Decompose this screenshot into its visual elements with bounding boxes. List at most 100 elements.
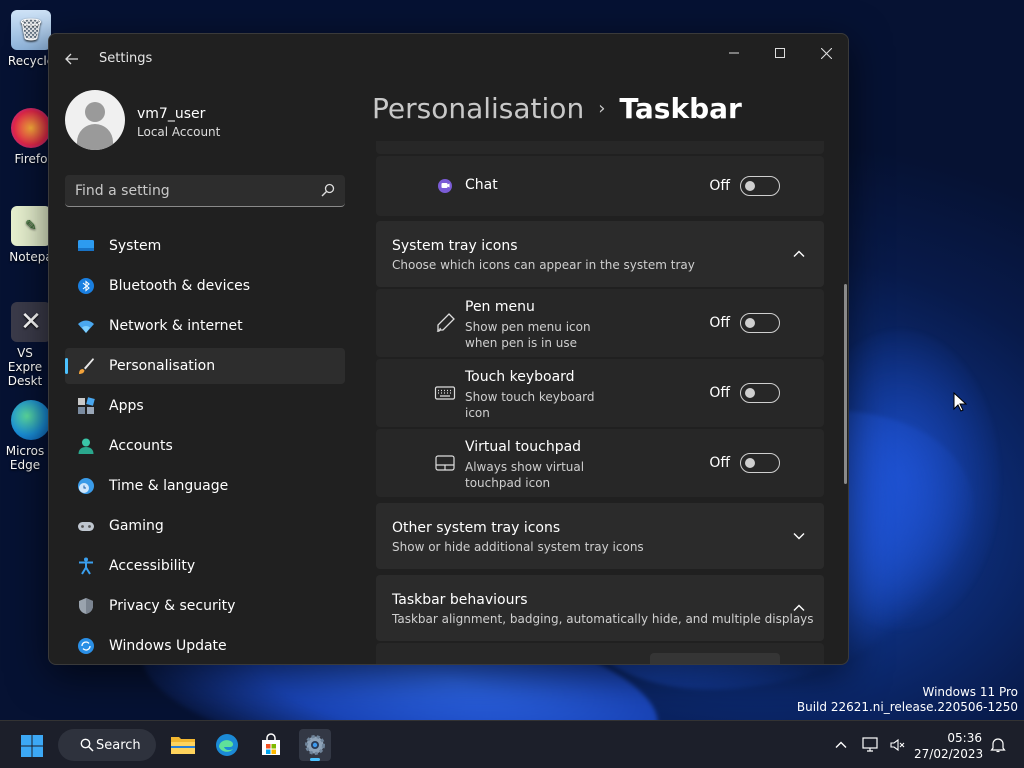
previous-card-edge — [376, 141, 824, 154]
close-button[interactable] — [803, 38, 848, 68]
edge-icon — [11, 400, 51, 440]
keyboard-icon — [434, 386, 456, 400]
breadcrumb: Personalisation › Taskbar — [372, 92, 742, 125]
other-system-tray-icons-header[interactable]: Other system tray icons Show or hide add… — [376, 503, 824, 569]
sidebar-item-label: Gaming — [109, 518, 164, 534]
clock-date: 27/02/2023 — [914, 747, 984, 761]
search-icon — [80, 738, 94, 752]
sidebar-item-accounts[interactable]: Accounts — [65, 428, 345, 464]
system-icon — [78, 240, 94, 251]
minimize-button[interactable] — [711, 38, 757, 68]
breadcrumb-parent[interactable]: Personalisation — [372, 92, 584, 125]
taskbar-behaviours-header[interactable]: Taskbar behaviours Taskbar alignment, ba… — [376, 575, 824, 641]
edge-icon — [216, 734, 238, 756]
sidebar-item-label: Time & language — [109, 478, 229, 494]
clock[interactable]: 05:36 27/02/2023 — [914, 730, 984, 762]
sidebar-item-label: Accessibility — [109, 558, 196, 574]
volume-muted-icon[interactable] — [890, 737, 906, 753]
pen-menu-toggle[interactable] — [740, 313, 780, 333]
notepad-icon: ✎ — [11, 206, 51, 246]
pen-icon — [436, 313, 455, 332]
firefox-icon — [11, 108, 51, 148]
sidebar-item-personalisation[interactable]: Personalisation — [65, 348, 345, 384]
search-box[interactable] — [65, 175, 345, 207]
search-input[interactable] — [65, 175, 310, 206]
page-title: Taskbar — [619, 92, 742, 125]
chevron-up-icon — [793, 604, 805, 611]
sidebar-item-label: Network & internet — [109, 318, 243, 334]
avatar[interactable] — [65, 90, 125, 150]
sidebar-item-label: Privacy & security — [109, 598, 236, 614]
minimize-icon — [729, 52, 739, 54]
windows-update-icon — [78, 638, 94, 654]
gaming-icon — [78, 522, 94, 531]
system-tray-icons-header[interactable]: System tray icons Choose which icons can… — [376, 221, 824, 287]
virtual-touchpad-desc-1: Always show virtual — [465, 460, 585, 474]
store-icon — [262, 733, 280, 755]
sidebar-item-system[interactable]: System — [65, 228, 345, 264]
touch-keyboard-desc-1: Show touch keyboard — [465, 390, 595, 404]
chat-icon — [438, 179, 452, 193]
section-title: Taskbar behaviours — [392, 592, 528, 608]
virtual-touchpad-row: Virtual touchpad Always show virtual tou… — [376, 429, 824, 497]
chevron-down-icon — [793, 533, 805, 540]
personalisation-brush-icon — [79, 358, 94, 374]
touchpad-icon — [435, 455, 455, 471]
start-button[interactable] — [20, 734, 44, 758]
sidebar-item-label: Personalisation — [109, 358, 216, 374]
taskbar-settings[interactable] — [299, 729, 331, 761]
virtual-touchpad-toggle[interactable] — [740, 453, 780, 473]
network-icon — [78, 320, 94, 333]
chat-toggle-group: Off — [709, 176, 780, 196]
sidebar-item-gaming[interactable]: Gaming — [65, 508, 345, 544]
pen-menu-toggle-state: Off — [709, 315, 730, 331]
sidebar-item-privacy-security[interactable]: Privacy & security — [65, 588, 345, 624]
section-subtitle: Show or hide additional system tray icon… — [392, 540, 644, 554]
privacy-shield-icon — [79, 598, 93, 614]
clock-time: 05:36 — [947, 731, 982, 745]
chat-toggle[interactable] — [740, 176, 780, 196]
maximize-button[interactable] — [757, 38, 803, 68]
taskbar-store[interactable] — [255, 729, 287, 761]
chat-row: Chat Off — [376, 156, 824, 216]
settings-window: Settings vm7_user Local Account System B… — [48, 33, 849, 665]
window-title: Settings — [99, 51, 153, 66]
file-explorer-icon — [171, 737, 195, 754]
pen-menu-desc-1: Show pen menu icon — [465, 320, 591, 334]
taskbar-file-explorer[interactable] — [167, 729, 199, 761]
sidebar-item-windows-update[interactable]: Windows Update — [65, 628, 345, 664]
chat-label: Chat — [465, 177, 498, 193]
network-status-icon[interactable] — [862, 737, 880, 753]
maximize-icon — [775, 48, 785, 58]
sidebar-item-label: Accounts — [109, 438, 173, 454]
accessibility-icon — [79, 557, 93, 575]
section-title: Other system tray icons — [392, 520, 561, 536]
sidebar-item-time-language[interactable]: Time & language — [65, 468, 345, 504]
section-subtitle: Taskbar alignment, badging, automaticall… — [392, 612, 814, 626]
time-language-icon — [78, 478, 94, 494]
chevron-up-icon[interactable] — [834, 738, 848, 752]
touch-keyboard-label: Touch keyboard — [465, 369, 575, 385]
profile-name: vm7_user — [137, 106, 206, 122]
sidebar-item-bluetooth[interactable]: Bluetooth & devices — [65, 268, 345, 304]
taskbar-edge[interactable] — [211, 729, 243, 761]
alignment-dropdown[interactable] — [650, 653, 780, 664]
sidebar-item-accessibility[interactable]: Accessibility — [65, 548, 345, 584]
sidebar-item-apps[interactable]: Apps — [65, 388, 345, 424]
virtual-touchpad-desc-2: touchpad icon — [465, 476, 551, 490]
breadcrumb-separator: › — [598, 98, 606, 119]
taskbar-alignment-row — [376, 643, 824, 664]
sidebar-nav: System Bluetooth & devices Network & int… — [65, 228, 345, 664]
content-scrollbar[interactable] — [844, 284, 847, 484]
sidebar-item-label: Apps — [109, 398, 144, 414]
back-button[interactable] — [61, 48, 83, 70]
taskbar-search-button[interactable]: Search — [58, 729, 156, 761]
touch-keyboard-toggle[interactable] — [740, 383, 780, 403]
section-subtitle: Choose which icons can appear in the sys… — [392, 258, 695, 272]
sidebar-item-network[interactable]: Network & internet — [65, 308, 345, 344]
pen-menu-label: Pen menu — [465, 299, 535, 315]
sidebar-item-label: Windows Update — [109, 638, 227, 654]
notification-bell-icon[interactable] — [990, 737, 1006, 753]
section-title: System tray icons — [392, 238, 518, 254]
bluetooth-icon — [78, 278, 94, 294]
